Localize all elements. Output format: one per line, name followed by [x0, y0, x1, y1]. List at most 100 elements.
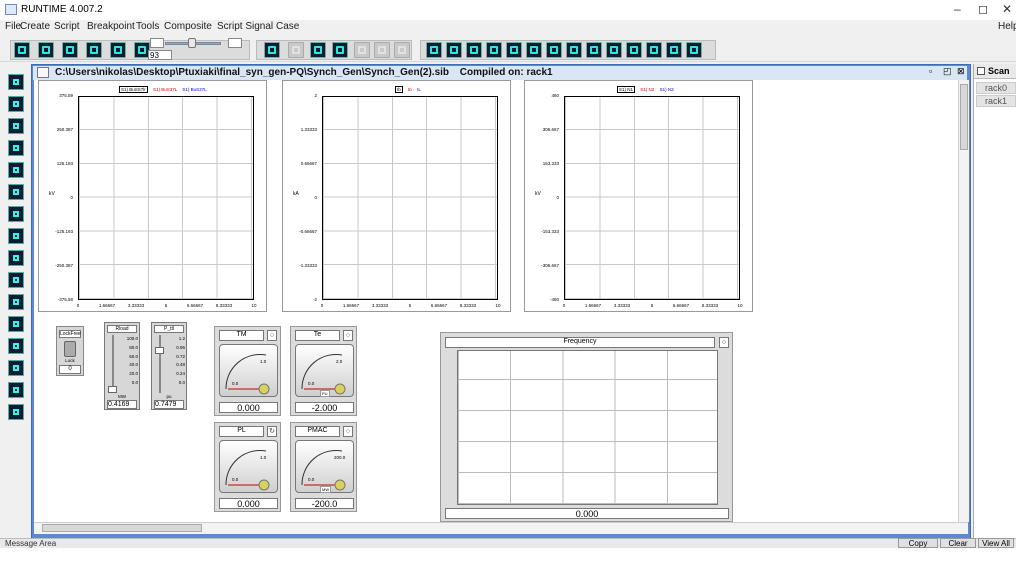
open-icon[interactable] [38, 42, 54, 58]
slider-track[interactable] [112, 335, 114, 393]
tool-lightning-icon[interactable] [8, 338, 24, 354]
menu-file[interactable]: File [5, 21, 21, 32]
slider-thumb[interactable] [155, 347, 164, 354]
meter-pmac[interactable]: PMAC ○ 0.0 200.0 MW -200.0 [290, 422, 357, 512]
menu-create[interactable]: Create [20, 21, 50, 32]
minimize-icon[interactable]: – [954, 2, 961, 16]
plot-voltage-bus[interactable]: S1) BuSS7lr S1) BuS37L S1) BuS37L kV 375… [38, 80, 267, 312]
meter-te[interactable]: Te ○ 0.0 2.0 PU -2.000 [290, 326, 357, 416]
tool-scope-icon[interactable] [8, 250, 24, 266]
tool-arrow-icon[interactable] [8, 206, 24, 222]
connect-icon[interactable] [110, 42, 126, 58]
clear-button[interactable]: Clear [940, 538, 976, 548]
gauge-icon[interactable] [606, 42, 622, 58]
tool-signal-icon[interactable] [8, 382, 24, 398]
vertical-scrollbar[interactable] [958, 80, 969, 522]
scroll-thumb[interactable] [42, 524, 202, 532]
table-icon[interactable] [666, 42, 682, 58]
slider-title: P_ttl [154, 325, 184, 333]
tool-grid-icon[interactable] [8, 316, 24, 332]
doc-restore-icon[interactable]: ◰ [943, 66, 952, 77]
slider-tick: 0.0 [178, 379, 185, 385]
tool-move-icon[interactable] [8, 404, 24, 420]
plot-icon[interactable] [466, 42, 482, 58]
button-icon[interactable] [526, 42, 542, 58]
slider-track[interactable] [159, 335, 161, 393]
wave-icon[interactable] [426, 42, 442, 58]
tool-diagonal-icon[interactable] [8, 360, 24, 376]
lock-switch[interactable]: LockFree Lock 0 [56, 326, 84, 376]
plot-voltage-node[interactable]: S1) N1 S1) N2 S1) N3 kV 460 306.667 153.… [524, 80, 753, 312]
doc-close-icon[interactable]: ⊠ [957, 66, 965, 77]
slider-value: 0.7479 [154, 400, 184, 409]
meter-option-icon[interactable]: ○ [267, 330, 277, 341]
tool-gear-icon[interactable] [8, 294, 24, 310]
rload-slider[interactable]: Rload 100.0 80.0 60.0 40.0 20.0 0.0 MW 0… [104, 322, 140, 410]
slider-icon[interactable] [486, 42, 502, 58]
tool-bar-icon[interactable] [8, 118, 24, 134]
export-icon[interactable] [686, 42, 702, 58]
rack-item[interactable]: rack1 [976, 95, 1016, 107]
menu-tools[interactable]: Tools [136, 21, 159, 32]
tool-circle-icon[interactable] [8, 184, 24, 200]
play-icon[interactable] [264, 42, 280, 58]
tool-plus-icon[interactable] [8, 272, 24, 288]
knob-icon[interactable] [586, 42, 602, 58]
slider-thumb[interactable] [108, 386, 117, 393]
legend-box: Ib [395, 86, 403, 93]
doc-minimize-icon[interactable]: ▫ [929, 66, 932, 76]
lamp-icon[interactable] [566, 42, 582, 58]
x-tick: 10 [495, 303, 501, 308]
step-icon[interactable] [310, 42, 326, 58]
menu-script-signal[interactable]: Script Signal [217, 21, 273, 32]
document-path-row: C:\Users\nikolas\Desktop\Ptuxiaki\final_… [55, 67, 553, 78]
slider-tick: 60.0 [129, 353, 138, 359]
meter-icon[interactable] [446, 42, 462, 58]
speed-apply-icon[interactable] [228, 38, 242, 48]
rack-item[interactable]: rack0 [976, 82, 1016, 94]
view-all-button[interactable]: View All [978, 538, 1014, 548]
frequency-value: 0.000 [445, 508, 729, 519]
frequency-option-icon[interactable]: ○ [719, 337, 729, 348]
restore-icon[interactable]: ◻ [978, 2, 988, 16]
dial-min: 0.0 [232, 381, 239, 386]
meter-refresh-icon[interactable]: ↻ [267, 426, 277, 437]
dial-unit: MW [320, 486, 332, 493]
scope-icon[interactable] [646, 42, 662, 58]
switch-icon[interactable] [506, 42, 522, 58]
tool-rect-icon[interactable] [8, 140, 24, 156]
record-icon[interactable] [332, 42, 348, 58]
y-tick: -306.667 [541, 263, 559, 268]
meter-tm[interactable]: TM ○ 0.0 1.0 0.000 [214, 326, 281, 416]
meter-pl[interactable]: PL ↻ 0.0 1.0 0.000 [214, 422, 281, 512]
dial-icon[interactable] [546, 42, 562, 58]
close-icon[interactable]: ✕ [1002, 2, 1012, 16]
meter-option-icon[interactable]: ○ [343, 330, 353, 341]
p-ttl-slider[interactable]: P_ttl 1.2 0.96 0.72 0.48 0.24 0.0 pu 0.7… [151, 322, 187, 410]
tool-wave-icon[interactable] [8, 228, 24, 244]
left-toolbar [0, 64, 28, 540]
document-path: C:\Users\nikolas\Desktop\Ptuxiaki\final_… [55, 67, 450, 78]
menu-help[interactable]: Help [998, 21, 1016, 32]
x-tick: 5 [650, 303, 654, 308]
menu-case[interactable]: Case [276, 21, 299, 32]
horizontal-scrollbar[interactable] [34, 522, 968, 534]
tool-line-icon[interactable] [8, 96, 24, 112]
save-icon[interactable] [62, 42, 78, 58]
scroll-thumb[interactable] [960, 84, 968, 150]
tool-point-icon[interactable] [8, 162, 24, 178]
frequency-panel[interactable]: Frequency ○ 0.000 [440, 332, 733, 522]
speed-slider-thumb[interactable] [188, 38, 196, 48]
compile-icon[interactable] [86, 42, 102, 58]
dial-icon [225, 449, 270, 491]
meter-option-icon[interactable]: ○ [343, 426, 353, 437]
menu-script[interactable]: Script [54, 21, 80, 32]
menu-breakpoint[interactable]: Breakpoint [87, 21, 135, 32]
menu-composite[interactable]: Composite [164, 21, 212, 32]
new-icon[interactable] [14, 42, 30, 58]
toggle-icon[interactable] [64, 341, 76, 357]
copy-button[interactable]: Copy [898, 538, 938, 548]
chart-icon[interactable] [626, 42, 642, 58]
plot-current[interactable]: Ib Ib IL kA 2 1.33333 0.66667 0 -0.66667… [282, 80, 511, 312]
tool-text-icon[interactable] [8, 74, 24, 90]
